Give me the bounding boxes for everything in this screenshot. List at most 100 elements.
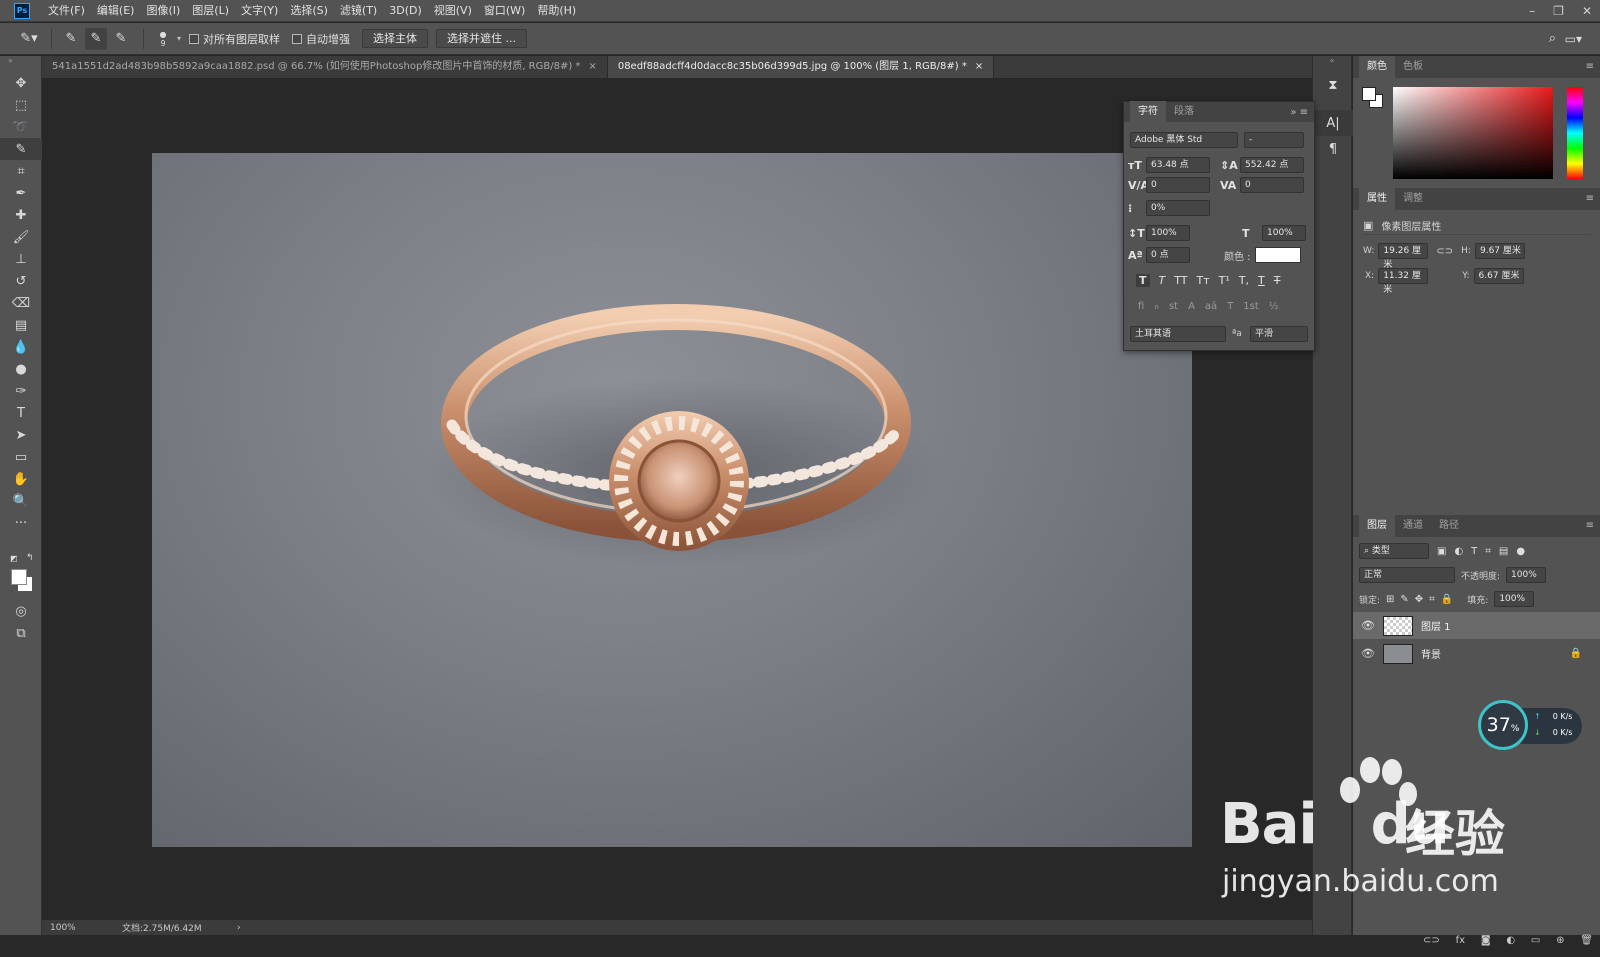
menu-layer[interactable]: 图层(L) [186,0,235,22]
select-and-mask-button[interactable]: 选择并遮住 ... [436,29,528,48]
tracking-field[interactable]: 0 [1240,177,1304,193]
layer-filter-icons[interactable]: ▣◐T⌗▤● [1437,546,1533,557]
faux-bold-button[interactable]: T [1136,274,1150,287]
x-field[interactable]: 11.32 厘米 [1378,268,1429,295]
clone-stamp-tool-icon[interactable]: ⊥ [0,248,42,270]
hand-tool-icon[interactable]: ✋ [0,468,42,490]
new-group-icon[interactable]: ▭ [1531,935,1540,946]
layer-name[interactable]: 背景 [1421,646,1441,661]
menu-help[interactable]: 帮助(H) [531,0,582,22]
menu-select[interactable]: 选择(S) [284,0,334,22]
panel-menu-icon[interactable]: » ≡ [1290,102,1308,124]
more-tools-icon[interactable]: ··· [0,512,42,534]
layer-row[interactable]: 👁 背景 🔒 [1353,640,1600,667]
character-panel-icon[interactable]: A| [1313,110,1353,136]
brush-size-picker[interactable]: ● 9 [152,28,174,50]
quick-selection-tool-icon[interactable]: ✎ [0,138,42,160]
discretionary-ligatures-button[interactable]: st [1169,301,1178,312]
link-icon[interactable]: ⊂⊃ [1436,246,1453,257]
antialias-select[interactable]: 平滑 [1250,326,1308,342]
chevron-down-icon[interactable]: ▾ [177,34,181,43]
visibility-eye-icon[interactable]: 👁 [1357,647,1379,660]
faux-italic-button[interactable]: T [1159,274,1166,287]
swap-colors-icon[interactable]: ↰ [26,553,34,563]
panel-menu-icon[interactable]: ≡ [1586,515,1594,537]
subscript-button[interactable]: T, [1239,274,1249,287]
history-brush-tool-icon[interactable]: ↺ [0,270,42,292]
gradient-tool-icon[interactable]: ▤ [0,314,42,336]
dodge-tool-icon[interactable]: ● [0,358,42,380]
screen-mode-icon[interactable]: ⧉ [0,622,42,644]
y-field[interactable]: 6.67 厘米 [1473,268,1524,284]
healing-brush-tool-icon[interactable]: ✚ [0,204,42,226]
status-menu-arrow[interactable]: › [237,923,241,933]
font-style-select[interactable]: - [1244,132,1304,148]
leading-field[interactable]: 552.42 点 [1240,157,1304,173]
type-tool-icon[interactable]: T [0,402,42,424]
restore-icon[interactable]: ❐ [1553,4,1564,18]
zoom-level[interactable]: 100% [50,923,110,933]
panel-menu-icon[interactable]: ≡ [1586,56,1594,78]
old-style-button[interactable]: ℴ [1154,301,1159,312]
menu-type[interactable]: 文字(Y) [235,0,284,22]
select-subject-button[interactable]: 选择主体 [362,29,429,48]
small-caps-button[interactable]: Tт [1197,274,1210,287]
fx-icon[interactable]: fx [1456,935,1465,946]
language-select[interactable]: 土耳其语 [1130,326,1226,342]
eraser-tool-icon[interactable]: ⌫ [0,292,42,314]
fractions-button[interactable]: ½ [1269,301,1279,312]
close-icon[interactable]: × [975,56,983,78]
quick-mask-icon[interactable]: ◎ [0,600,42,622]
lasso-tool-icon[interactable]: ➰ [0,116,42,138]
history-panel-icon[interactable]: ⧗ [1313,72,1353,98]
panel-grip[interactable]: « [1313,56,1351,72]
font-size-field[interactable]: 63.48 点 [1146,157,1210,173]
checkbox-box[interactable] [189,33,200,44]
move-tool-icon[interactable]: ✥ [0,72,42,94]
baseline-shift-field[interactable]: 0 点 [1146,247,1190,263]
panel-menu-icon[interactable]: ≡ [1586,188,1594,210]
fill-field[interactable]: 100% [1494,591,1535,607]
menu-image[interactable]: 图像(I) [140,0,186,22]
zoom-tool-icon[interactable]: 🔍 [0,490,42,512]
menu-3d[interactable]: 3D(D) [383,0,428,22]
menu-view[interactable]: 视图(V) [428,0,478,22]
default-colors-icon[interactable]: ◩ [10,554,18,563]
lock-icons[interactable]: ⊞✎✥⌗🔒 [1386,594,1459,605]
minimize-icon[interactable]: – [1529,4,1535,18]
new-selection-icon[interactable]: ✎ [60,28,82,50]
system-monitor-widget[interactable]: 37% ↑ 0 K/s ↓ 0 K/s [1478,700,1584,752]
text-color-swatch[interactable] [1254,247,1301,263]
new-layer-icon[interactable]: ⊕ [1556,935,1564,946]
tab-channels[interactable]: 通道 [1395,515,1431,537]
eyedropper-tool-icon[interactable]: ✒ [0,182,42,204]
auto-enhance-checkbox[interactable]: 自动增强 [292,31,350,47]
layer-filter-select[interactable]: ⌕ 类型 [1359,543,1429,559]
tsume-field[interactable]: 0% [1146,200,1210,216]
strikethrough-button[interactable]: T [1274,274,1281,287]
tab-adjustments[interactable]: 调整 [1395,188,1431,210]
stylistic-alternates-button[interactable]: aā [1205,301,1217,312]
titling-button[interactable]: T [1227,301,1233,312]
all-caps-button[interactable]: TT [1174,274,1187,287]
foreground-color-swatch[interactable] [11,569,27,585]
tab-swatches[interactable]: 色板 [1395,56,1431,78]
toolbar-grip[interactable]: » [0,56,41,72]
foreground-color-chip[interactable] [1362,87,1376,101]
tab-paths[interactable]: 路径 [1431,515,1467,537]
blend-mode-select[interactable]: 正常 [1359,567,1455,583]
close-icon[interactable]: ✕ [1582,4,1592,18]
document-image[interactable] [152,153,1192,847]
menu-window[interactable]: 窗口(W) [478,0,531,22]
add-mask-icon[interactable]: ◙ [1481,935,1491,946]
underline-button[interactable]: T [1258,274,1265,287]
ordinals-button[interactable]: 1st [1243,301,1259,312]
width-field[interactable]: 19.26 厘米 [1378,243,1429,270]
visibility-eye-icon[interactable]: 👁 [1357,619,1379,632]
menu-file[interactable]: 文件(F) [42,0,91,22]
link-layers-icon[interactable]: ⊂⊃ [1423,935,1440,946]
tab-color[interactable]: 颜色 [1359,56,1395,78]
blur-tool-icon[interactable]: 💧 [0,336,42,358]
tab-layers[interactable]: 图层 [1359,515,1395,537]
checkbox-box[interactable] [292,33,303,44]
